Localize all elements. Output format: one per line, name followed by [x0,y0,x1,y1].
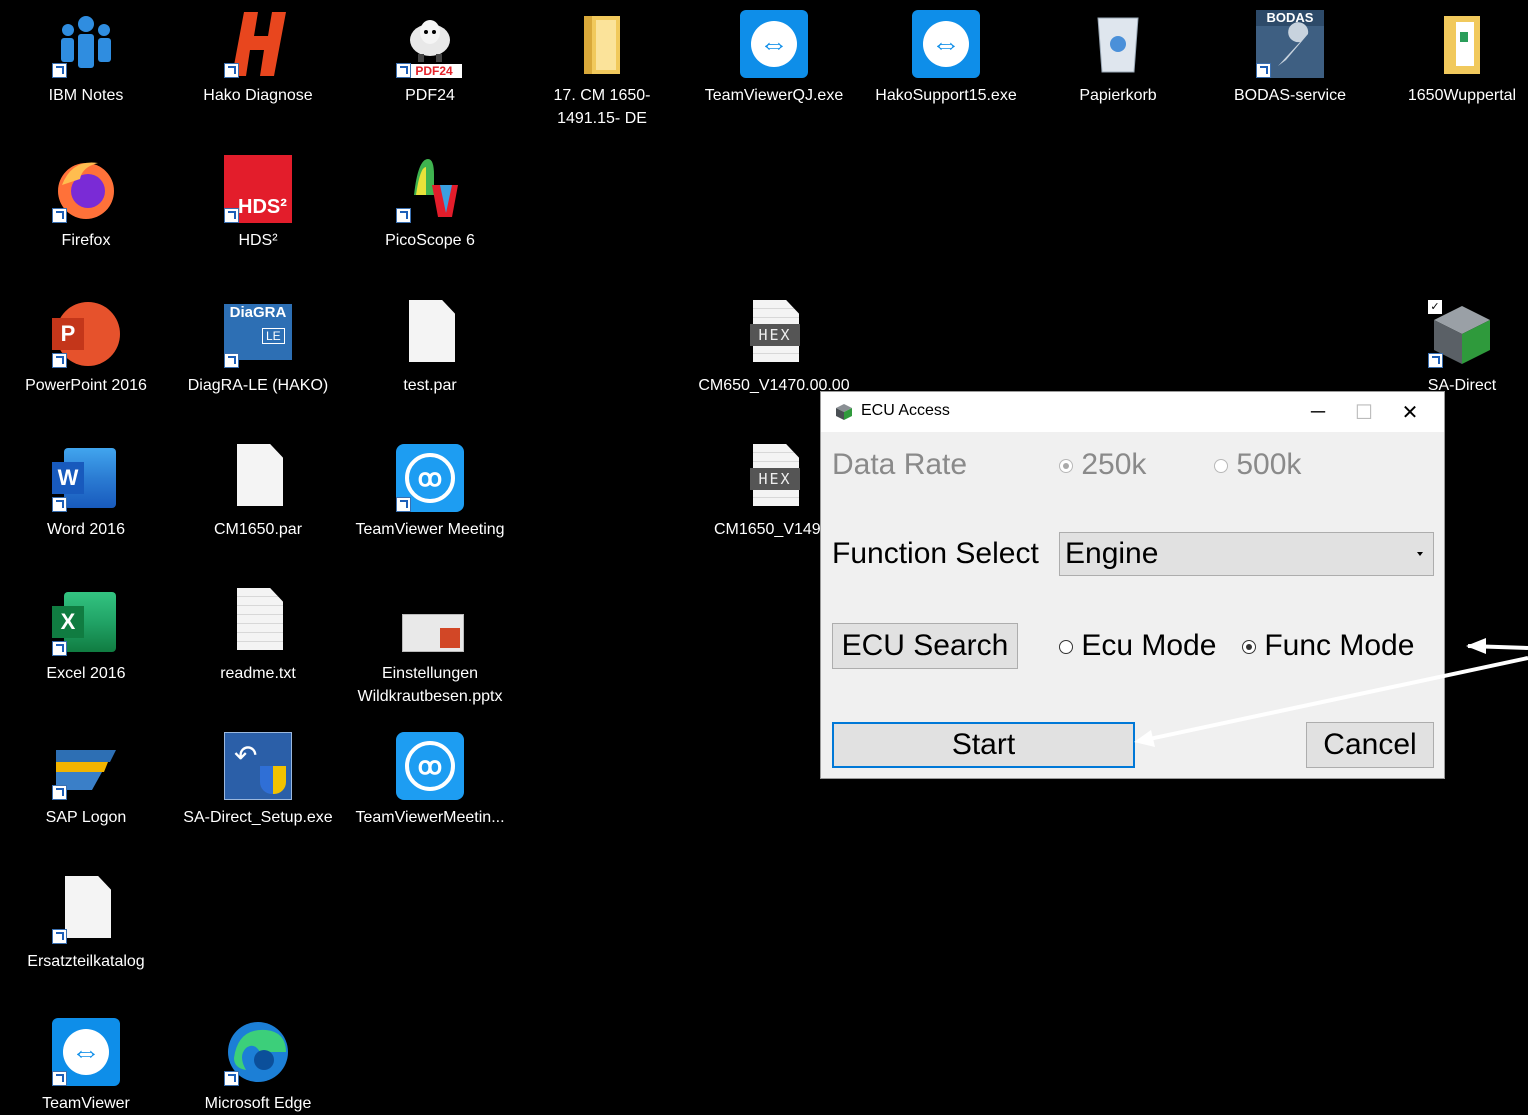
arrow-head-start [1134,730,1155,747]
arrow-to-start [1139,656,1528,743]
arrow-head-func-mode [1466,638,1486,654]
annotation-arrows [1134,638,1528,747]
